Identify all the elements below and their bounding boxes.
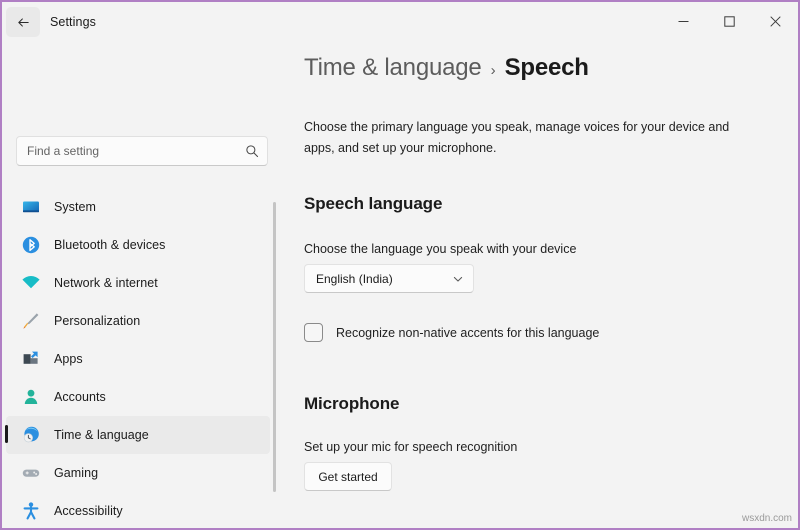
back-arrow-icon (16, 15, 31, 30)
app-title: Settings (50, 15, 96, 29)
get-started-button[interactable]: Get started (304, 462, 392, 491)
sidebar-item-accessibility[interactable]: Accessibility (6, 492, 270, 528)
sidebar-item-apps[interactable]: Apps (6, 340, 270, 378)
sidebar-item-label: Network & internet (54, 276, 158, 290)
search-input[interactable] (27, 144, 245, 158)
sidebar: System Bluetooth & devices (2, 42, 280, 528)
apps-icon (20, 348, 42, 370)
gamepad-icon (20, 462, 42, 484)
sidebar-item-label: Personalization (54, 314, 141, 328)
close-button[interactable] (752, 2, 798, 40)
sidebar-item-system[interactable]: System (6, 188, 270, 226)
sidebar-item-gaming[interactable]: Gaming (6, 454, 270, 492)
sidebar-item-personalization[interactable]: Personalization (6, 302, 270, 340)
sidebar-item-accounts[interactable]: Accounts (6, 378, 270, 416)
monitor-icon (20, 196, 42, 218)
search-box[interactable] (16, 136, 268, 166)
maximize-button[interactable] (706, 2, 752, 40)
speech-language-subtitle: Choose the language you speak with your … (304, 242, 577, 256)
sidebar-scrollbar[interactable] (273, 202, 276, 492)
chevron-down-icon (452, 273, 464, 285)
sidebar-item-label: Apps (54, 352, 83, 366)
sidebar-item-label: Accessibility (54, 504, 123, 518)
sidebar-item-label: Gaming (54, 466, 99, 480)
speech-language-value: English (India) (316, 271, 393, 286)
page-description: Choose the primary language you speak, m… (304, 120, 730, 155)
search-icon[interactable] (245, 144, 259, 158)
page-title: Speech (504, 54, 589, 81)
speech-language-dropdown[interactable]: English (India) (304, 264, 474, 293)
title-bar: Settings (2, 2, 798, 42)
wifi-icon (20, 272, 42, 294)
sidebar-item-label: System (54, 200, 96, 214)
recognize-accents-checkbox[interactable] (304, 323, 323, 342)
sidebar-item-label: Time & language (54, 428, 149, 442)
microphone-subtitle: Set up your mic for speech recognition (304, 440, 518, 454)
accessibility-icon (20, 500, 42, 522)
settings-window: Settings Find a setting System Bluetooth… (0, 0, 800, 530)
content-pane: Time & language › Speech Choose the prim… (280, 42, 798, 528)
sidebar-item-label: Bluetooth & devices (54, 238, 166, 252)
breadcrumb: Time & language › Speech (304, 54, 589, 82)
microphone-heading: Microphone (304, 394, 400, 413)
recognize-accents-label: Recognize non-native accents for this la… (336, 325, 600, 340)
recognize-accents-checkbox-row[interactable]: Recognize non-native accents for this la… (304, 323, 599, 342)
watermark: wsxdn.com (741, 513, 792, 524)
globe-clock-icon (20, 424, 42, 446)
breadcrumb-parent[interactable]: Time & language (304, 54, 482, 82)
window-controls (660, 2, 798, 40)
bluetooth-icon (20, 234, 42, 256)
sidebar-item-network-internet[interactable]: Network & internet (6, 264, 270, 302)
search-container (16, 136, 268, 166)
sidebar-item-time-language[interactable]: Time & language (5, 416, 270, 454)
maximize-icon (723, 15, 735, 27)
sidebar-item-label: Accounts (54, 390, 106, 404)
breadcrumb-separator-icon: › (490, 62, 496, 79)
sidebar-nav: System Bluetooth & devices Network & int… (2, 188, 280, 528)
minimize-button[interactable] (660, 2, 706, 40)
minimize-icon (678, 16, 689, 27)
paintbrush-icon (20, 310, 42, 332)
person-icon (20, 386, 42, 408)
body-area: System Bluetooth & devices (2, 42, 798, 528)
sidebar-item-bluetooth-devices[interactable]: Bluetooth & devices (6, 226, 270, 264)
back-button[interactable] (6, 7, 40, 37)
speech-language-heading: Speech language (304, 194, 443, 213)
close-icon (769, 15, 781, 27)
